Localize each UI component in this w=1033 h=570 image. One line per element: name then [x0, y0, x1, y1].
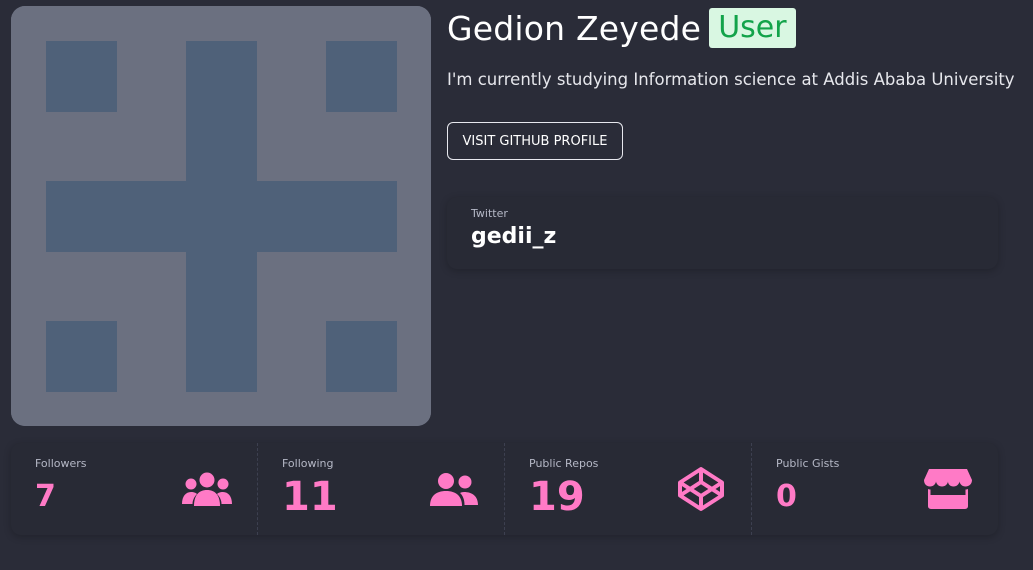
user-type-badge: User [709, 8, 796, 48]
stat-public-repos: Public Repos 19 [504, 443, 751, 535]
stat-followers: Followers 7 [11, 443, 257, 535]
profile-page: Gedion Zeyede User I'm currently studyin… [0, 0, 1033, 570]
twitter-card: Twitter gedii_z [447, 197, 998, 269]
avatar [11, 6, 431, 426]
stat-following: Following 11 [257, 443, 504, 535]
visit-github-profile-button[interactable]: VISIT GITHUB PROFILE [447, 122, 623, 160]
stats-panel: Followers 7 Following 11 Public Repos 19… [11, 443, 998, 535]
twitter-label: Twitter [471, 207, 508, 220]
profile-bio: I'm currently studying Information scien… [447, 70, 1015, 89]
users-icon [181, 467, 233, 511]
twitter-handle: gedii_z [471, 224, 557, 249]
name-row: Gedion Zeyede User [447, 6, 796, 50]
avatar-identicon [11, 6, 431, 426]
stat-public-gists: Public Gists 0 [751, 443, 998, 535]
profile-name: Gedion Zeyede [447, 8, 702, 48]
codepen-icon [675, 467, 727, 511]
store-icon [922, 467, 974, 511]
user-friends-icon [428, 467, 480, 511]
